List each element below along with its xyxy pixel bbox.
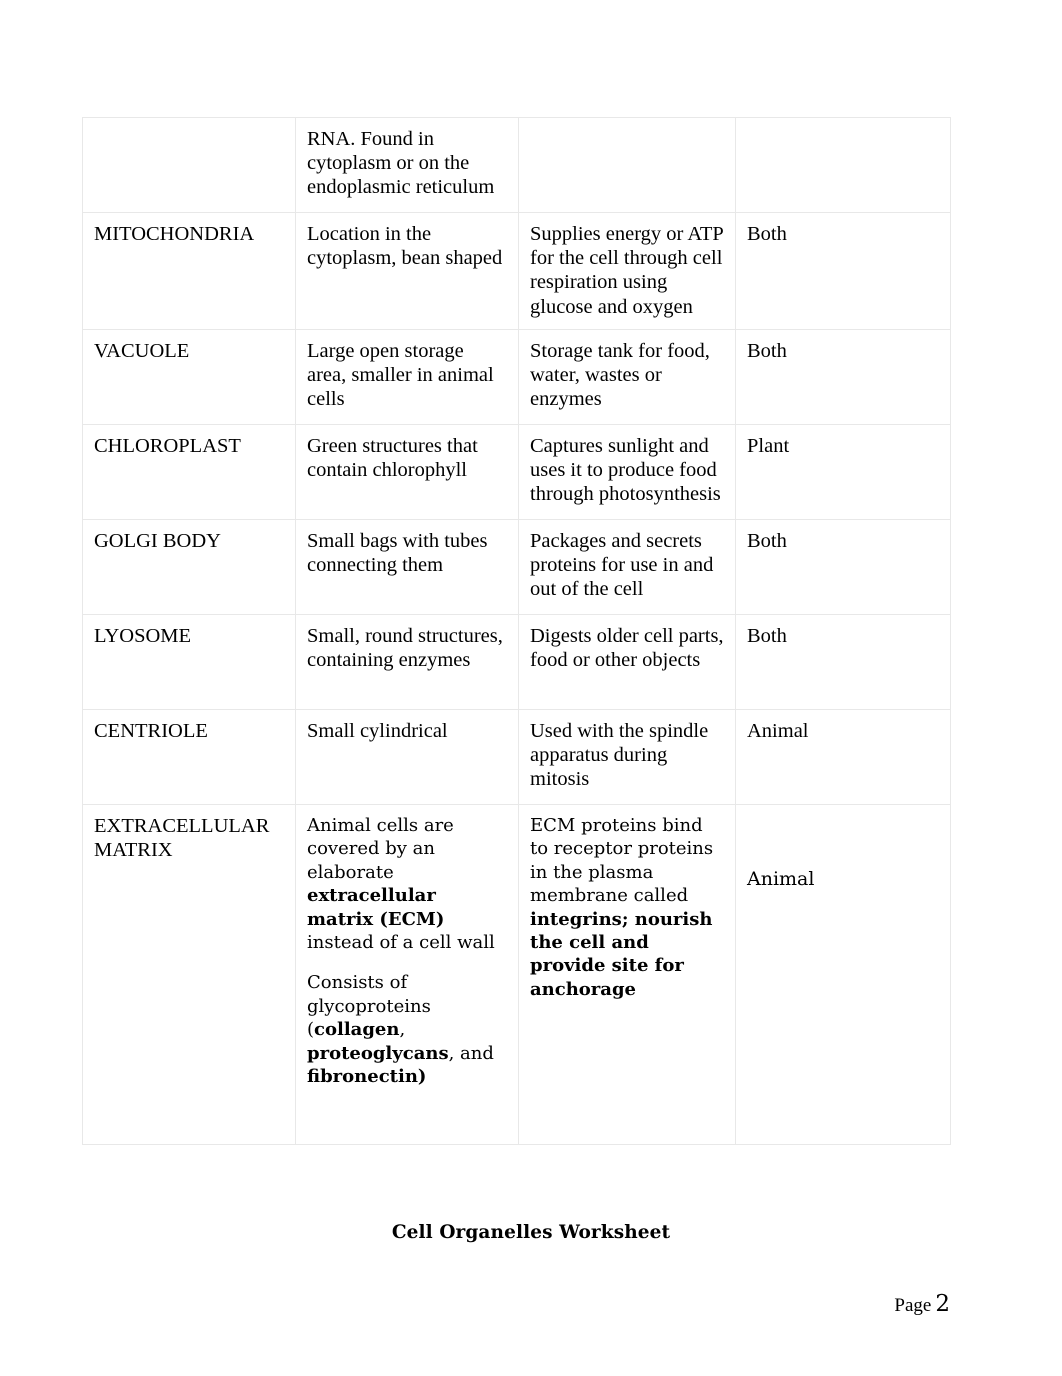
table-row: MITOCHONDRIA Location in the cytoplasm, … bbox=[82, 212, 951, 330]
page-number-value: 2 bbox=[935, 1291, 950, 1317]
table-row-extracellular-matrix: EXTRACELLULAR MATRIX Animal cells are co… bbox=[82, 804, 951, 1145]
page-number-label: Page bbox=[894, 1295, 932, 1316]
cell-organelle-function: Digests older cell parts, food or other … bbox=[518, 614, 736, 710]
table-body: RNA. Found in cytoplasm or on the endopl… bbox=[82, 117, 951, 1145]
cell-organelle-description: Large open storage area, smaller in anim… bbox=[295, 329, 519, 425]
ecm-desc-text-2: instead of a cell wall bbox=[307, 931, 495, 953]
cell-organelle-name: LYOSOME bbox=[82, 614, 296, 710]
cell-organelle-name bbox=[82, 117, 296, 213]
table-row: RNA. Found in cytoplasm or on the endopl… bbox=[82, 117, 951, 213]
cell-organelle-description: Green structures that contain chlorophyl… bbox=[295, 424, 519, 520]
cell-organelle-function bbox=[518, 117, 736, 213]
ecm-function-text-1: ECM proteins bind to receptor proteins i… bbox=[530, 815, 714, 907]
cell-organelle-type: Animal bbox=[735, 709, 951, 805]
cell-organelle-name: VACUOLE bbox=[82, 329, 296, 425]
cell-organelle-description: Location in the cytoplasm, bean shaped bbox=[295, 212, 519, 330]
cell-organelle-function: Captures sunlight and uses it to produce… bbox=[518, 424, 736, 520]
cell-organelle-type: Both bbox=[735, 212, 951, 330]
cell-organelle-description: Small, round structures, containing enzy… bbox=[295, 614, 519, 710]
cell-organelle-function: Storage tank for food, water, wastes or … bbox=[518, 329, 736, 425]
document-page: RNA. Found in cytoplasm or on the endopl… bbox=[0, 0, 1062, 1376]
page-number: Page 2 bbox=[894, 1291, 950, 1317]
cell-organelle-description: Small bags with tubes connecting them bbox=[295, 519, 519, 615]
ecm-desc-text-4: , bbox=[399, 1019, 406, 1041]
cell-organelle-type: Both bbox=[735, 614, 951, 710]
cell-organelle-function: Supplies energy or ATP for the cell thro… bbox=[518, 212, 736, 330]
ecm-desc-bold-3: proteoglycans bbox=[307, 1042, 449, 1064]
cell-organelle-function: ECM proteins bind to receptor proteins i… bbox=[518, 804, 736, 1145]
cell-organelle-description: RNA. Found in cytoplasm or on the endopl… bbox=[295, 117, 519, 213]
ecm-function-paragraph: ECM proteins bind to receptor proteins i… bbox=[530, 814, 725, 1001]
ecm-description-paragraph-2: Consists of glycoproteins (collagen, pro… bbox=[307, 971, 508, 1088]
cell-organelle-description: Animal cells are covered by an elaborate… bbox=[295, 804, 519, 1145]
table-row: VACUOLE Large open storage area, smaller… bbox=[82, 329, 951, 425]
cell-organelle-name: GOLGI BODY bbox=[82, 519, 296, 615]
ecm-desc-bold-4: fibronectin) bbox=[307, 1065, 427, 1087]
cell-organelle-type: Animal bbox=[735, 804, 951, 1145]
ecm-desc-bold-1: extracellular matrix (ECM) bbox=[307, 885, 445, 930]
footer-document-title: Cell Organelles Worksheet bbox=[391, 1222, 671, 1243]
cell-organelle-type bbox=[735, 117, 951, 213]
table-row: CENTRIOLE Small cylindrical Used with th… bbox=[82, 709, 951, 805]
cell-organelle-name: MITOCHONDRIA bbox=[82, 212, 296, 330]
table-row: CHLOROPLAST Green structures that contai… bbox=[82, 424, 951, 520]
ecm-description-paragraph-1: Animal cells are covered by an elaborate… bbox=[307, 814, 508, 954]
cell-organelle-type: Both bbox=[735, 519, 951, 615]
cell-organelle-type: Plant bbox=[735, 424, 951, 520]
cell-organelles-table: RNA. Found in cytoplasm or on the endopl… bbox=[82, 117, 951, 1145]
cell-organelle-name: EXTRACELLULAR MATRIX bbox=[82, 804, 296, 1145]
cell-organelle-function: Used with the spindle apparatus during m… bbox=[518, 709, 736, 805]
ecm-function-bold-1: integrins; nourish the cell and provide … bbox=[530, 908, 713, 1000]
cell-organelle-function: Packages and secrets proteins for use in… bbox=[518, 519, 736, 615]
cell-organelle-name: CENTRIOLE bbox=[82, 709, 296, 805]
ecm-desc-bold-2: collagen bbox=[314, 1019, 400, 1041]
table-row: GOLGI BODY Small bags with tubes connect… bbox=[82, 519, 951, 615]
cell-organelle-description: Small cylindrical bbox=[295, 709, 519, 805]
cell-organelle-name: CHLOROPLAST bbox=[82, 424, 296, 520]
table-row: LYOSOME Small, round structures, contain… bbox=[82, 614, 951, 710]
ecm-desc-text-1: Animal cells are covered by an elaborate bbox=[307, 815, 454, 883]
ecm-desc-text-5: , and bbox=[448, 1042, 494, 1064]
cell-organelle-type: Both bbox=[735, 329, 951, 425]
